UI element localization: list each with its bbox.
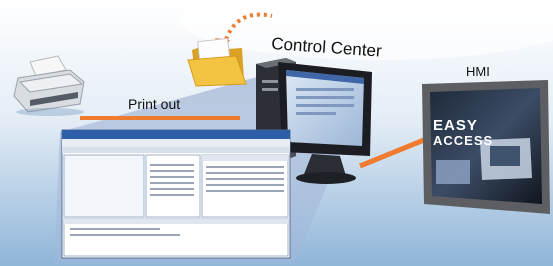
print-out-label: Print out: [128, 96, 181, 112]
hmi-label: HMI: [466, 64, 490, 79]
software-window: [61, 129, 291, 259]
hmi-screen-easy-text: EASY: [433, 117, 478, 134]
hmi-screen-access-text: ACCESS: [433, 133, 494, 148]
